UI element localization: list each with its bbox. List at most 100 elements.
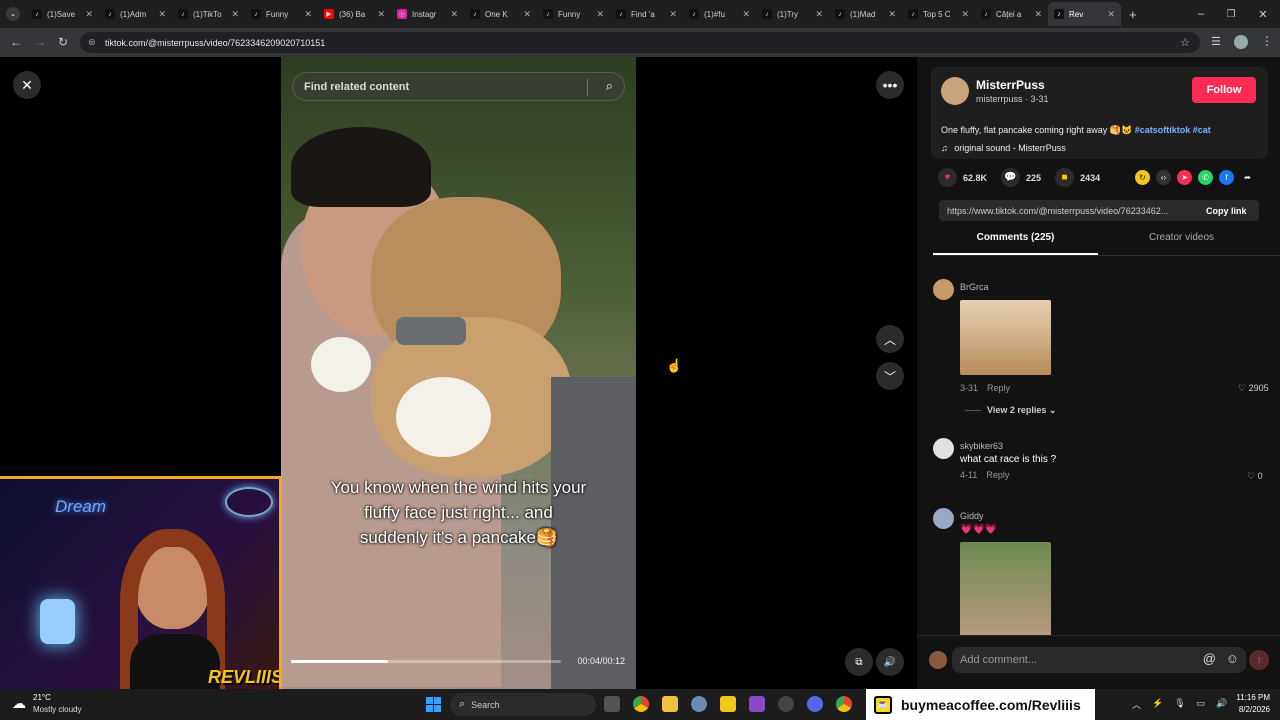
video-progress-track[interactable]: [291, 660, 561, 663]
tab-comments[interactable]: Comments (225): [933, 232, 1098, 243]
comment-user[interactable]: BrGrca: [960, 282, 989, 292]
chrome-icon[interactable]: [633, 696, 649, 712]
close-tab-icon[interactable]: ✕: [523, 9, 531, 20]
browser-tab[interactable]: ♪ (1)Save ✕: [26, 2, 99, 26]
weather-icon[interactable]: ☁: [12, 695, 26, 712]
commenter-avatar[interactable]: [933, 279, 954, 300]
browser-tab[interactable]: ♪ (1)TikTo ✕: [172, 2, 245, 26]
reply-button[interactable]: Reply: [986, 470, 1009, 480]
repost-icon[interactable]: ↻: [1135, 170, 1150, 185]
view-replies-button[interactable]: View 2 replies ⌄: [965, 405, 1056, 416]
browser-tab[interactable]: ◎ Instagr ✕: [391, 2, 464, 26]
tab-creator-videos[interactable]: Creator videos: [1099, 232, 1264, 243]
taskbar-search[interactable]: ⌕ Search: [450, 693, 596, 716]
menu-kebab-icon[interactable]: ⋮: [1261, 34, 1273, 48]
mention-icon[interactable]: @: [1203, 651, 1216, 666]
more-options-button[interactable]: •••: [876, 71, 904, 99]
reload-icon[interactable]: ↻: [58, 35, 68, 49]
comment-stat[interactable]: 💬 225: [1001, 168, 1041, 187]
back-icon[interactable]: ←: [10, 35, 22, 49]
minimize-icon[interactable]: –: [1186, 8, 1216, 20]
browser-tab[interactable]: ♪ Câței a ✕: [975, 2, 1048, 26]
video-player[interactable]: Find related content ⌕ You know when the…: [281, 57, 636, 689]
tab-search-button[interactable]: ⌄: [6, 7, 20, 21]
commenter-avatar[interactable]: [933, 438, 954, 459]
close-tab-icon[interactable]: ✕: [961, 9, 969, 20]
author-avatar[interactable]: [941, 77, 969, 105]
close-video-button[interactable]: ✕: [13, 71, 41, 99]
browser-tab[interactable]: ♪ Rev ✕: [1048, 2, 1121, 26]
comment-like[interactable]: ♡ 2905: [1238, 383, 1269, 394]
hashtags[interactable]: #catsoftiktok #cat: [1135, 125, 1211, 135]
comment-user[interactable]: skybiker63: [960, 441, 1003, 451]
emoji-icon[interactable]: ☺: [1226, 651, 1239, 666]
tab-search-icon[interactable]: ☰: [1211, 35, 1221, 48]
close-tab-icon[interactable]: ✕: [231, 9, 239, 20]
mic-icon[interactable]: 🎙: [1174, 698, 1185, 711]
browser-tab[interactable]: ♪ One K ✕: [464, 2, 537, 26]
close-tab-icon[interactable]: ✕: [377, 9, 385, 20]
site-info-icon[interactable]: ⊜: [88, 37, 96, 48]
sticky-notes-icon[interactable]: [720, 696, 736, 712]
browser-tab[interactable]: ♪ (1)Try ✕: [756, 2, 829, 26]
browser-tab[interactable]: ♪ (1)Adm ✕: [99, 2, 172, 26]
comment-like[interactable]: ♡ 0: [1247, 471, 1263, 482]
copy-link-button[interactable]: Copy link: [1206, 206, 1247, 216]
related-search-bar[interactable]: Find related content ⌕: [292, 72, 625, 101]
new-tab-icon[interactable]: +: [1129, 7, 1137, 22]
browser-tab[interactable]: ♪ Top 5 C ✕: [902, 2, 975, 26]
browser-tab[interactable]: ♪ (1)#fu ✕: [683, 2, 756, 26]
previous-video-button[interactable]: ︿: [876, 325, 904, 353]
commenter-avatar[interactable]: [933, 508, 954, 529]
close-window-icon[interactable]: ✕: [1246, 8, 1280, 21]
send-icon[interactable]: ➤: [1177, 170, 1192, 185]
browser-tab[interactable]: ♪ Funny ✕: [537, 2, 610, 26]
windows-start-icon[interactable]: [426, 697, 441, 712]
task-view-icon[interactable]: [604, 696, 620, 712]
follow-button[interactable]: Follow: [1192, 77, 1256, 103]
sound-row[interactable]: ♫ original sound - MisterrPuss: [941, 143, 1066, 153]
tray-chevron-icon[interactable]: ︿: [1132, 698, 1141, 711]
like-stat[interactable]: ♥ 62.8K: [938, 168, 987, 187]
file-explorer-icon[interactable]: [662, 696, 678, 712]
embed-icon[interactable]: ‹›: [1156, 170, 1171, 185]
author-name[interactable]: MisterrPuss: [976, 78, 1045, 92]
comment-video-thumbnail[interactable]: [960, 542, 1051, 636]
close-tab-icon[interactable]: ✕: [669, 9, 677, 20]
search-icon[interactable]: ⌕: [606, 78, 613, 94]
close-tab-icon[interactable]: ✕: [85, 9, 93, 20]
discord-icon[interactable]: [807, 696, 823, 712]
reply-button[interactable]: Reply: [987, 383, 1010, 393]
profile-avatar[interactable]: [1234, 35, 1248, 49]
forward-icon[interactable]: →: [34, 35, 46, 49]
comment-user[interactable]: Giddy: [960, 511, 984, 521]
next-video-button[interactable]: ﹀: [876, 362, 904, 390]
browser-tab[interactable]: ♪ (1)Mad ✕: [829, 2, 902, 26]
close-tab-icon[interactable]: ✕: [1034, 9, 1042, 20]
chrome-icon-active[interactable]: [836, 696, 852, 712]
clock-date[interactable]: 8/2/2026: [1226, 705, 1270, 714]
display-icon[interactable]: ▭: [1197, 698, 1206, 711]
browser-tab[interactable]: ▶ (36) Ba ✕: [318, 2, 391, 26]
save-stat[interactable]: ■ 2434: [1055, 168, 1100, 187]
close-tab-icon[interactable]: ✕: [888, 9, 896, 20]
browser-tab[interactable]: ♪ Funny ✕: [245, 2, 318, 26]
pip-button[interactable]: ⧉: [845, 648, 873, 676]
close-tab-icon[interactable]: ✕: [596, 9, 604, 20]
close-tab-icon[interactable]: ✕: [1107, 9, 1115, 20]
share-arrow-icon[interactable]: ➦: [1240, 170, 1255, 185]
facebook-icon[interactable]: f: [1219, 170, 1234, 185]
maximize-icon[interactable]: ❐: [1216, 9, 1246, 20]
close-tab-icon[interactable]: ✕: [158, 9, 166, 20]
clock-time[interactable]: 11:16 PM: [1226, 693, 1270, 702]
bookmark-star-icon[interactable]: ☆: [1180, 36, 1190, 49]
obs-icon[interactable]: [778, 696, 794, 712]
app-icon[interactable]: [749, 696, 765, 712]
network-icon[interactable]: ⚡: [1152, 698, 1163, 711]
close-tab-icon[interactable]: ✕: [450, 9, 458, 20]
close-tab-icon[interactable]: ✕: [742, 9, 750, 20]
settings-icon[interactable]: [691, 696, 707, 712]
browser-tab[interactable]: ♪ Find 'a ✕: [610, 2, 683, 26]
whatsapp-icon[interactable]: ✆: [1198, 170, 1213, 185]
close-tab-icon[interactable]: ✕: [815, 9, 823, 20]
